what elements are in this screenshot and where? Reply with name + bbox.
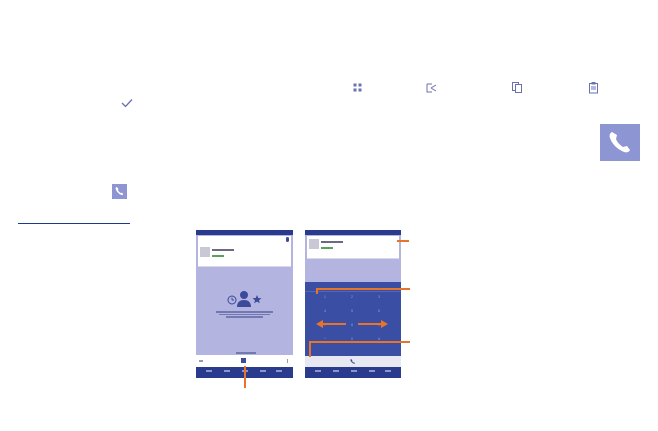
section-rule bbox=[18, 223, 130, 224]
status-bar bbox=[196, 230, 293, 235]
dial-key[interactable]: 4 bbox=[319, 308, 331, 314]
recent-call-card[interactable] bbox=[198, 244, 291, 267]
dialpad-button[interactable] bbox=[241, 358, 246, 363]
swipe-right-arrow-icon bbox=[381, 320, 388, 328]
avatar bbox=[309, 239, 319, 249]
clipboard-icon bbox=[589, 82, 598, 94]
callout-line-dialpad-button bbox=[244, 366, 246, 388]
phone-app-tile-small bbox=[112, 184, 127, 199]
callout-line-recent-call bbox=[397, 240, 409, 242]
dial-key[interactable]: 3 bbox=[373, 294, 385, 300]
mic-icon[interactable] bbox=[286, 237, 289, 242]
copy-icon bbox=[512, 82, 522, 93]
phone-icon bbox=[609, 132, 630, 153]
phone-screen-call-log bbox=[196, 230, 293, 378]
dial-key[interactable]: 6 bbox=[373, 308, 385, 314]
dial-key[interactable]: 5 bbox=[346, 308, 358, 314]
swipe-right-arrow-line bbox=[358, 323, 382, 325]
contact-name-line bbox=[321, 241, 343, 243]
recent-call-card[interactable] bbox=[307, 236, 399, 259]
callout-line-actions bbox=[309, 341, 410, 343]
apps-grid-icon bbox=[353, 83, 362, 92]
dial-actions-bar bbox=[305, 356, 401, 367]
dial-key[interactable]: 2 bbox=[346, 294, 358, 300]
call-detail-line bbox=[212, 255, 224, 257]
share-icon bbox=[426, 83, 437, 93]
avatar bbox=[200, 247, 210, 257]
search-bar[interactable] bbox=[198, 236, 291, 244]
nav-bar bbox=[305, 367, 401, 378]
callout-line-number-input bbox=[316, 288, 410, 290]
call-button-icon[interactable] bbox=[349, 358, 357, 365]
empty-contacts-illustration bbox=[227, 291, 262, 307]
contact-name-line bbox=[212, 249, 234, 251]
dial-key[interactable]: 8 bbox=[346, 322, 358, 328]
callout-line-actions-drop bbox=[309, 341, 311, 357]
dial-key[interactable]: 1 bbox=[319, 294, 331, 300]
phone-app-tile bbox=[600, 124, 640, 161]
number-input[interactable] bbox=[305, 282, 401, 292]
menu-icon[interactable] bbox=[199, 360, 203, 362]
overflow-icon[interactable] bbox=[287, 359, 288, 363]
swipe-left-arrow-line bbox=[322, 323, 346, 325]
check-icon bbox=[121, 99, 133, 108]
empty-state-text-block bbox=[216, 310, 273, 320]
phone-icon bbox=[115, 187, 124, 195]
status-bar bbox=[305, 230, 401, 235]
phone-screen-dialpad: 123456789*0# bbox=[305, 230, 401, 378]
search-link[interactable] bbox=[236, 352, 256, 354]
callout-line-number-input-drop bbox=[316, 288, 318, 294]
call-detail-line bbox=[321, 247, 333, 249]
